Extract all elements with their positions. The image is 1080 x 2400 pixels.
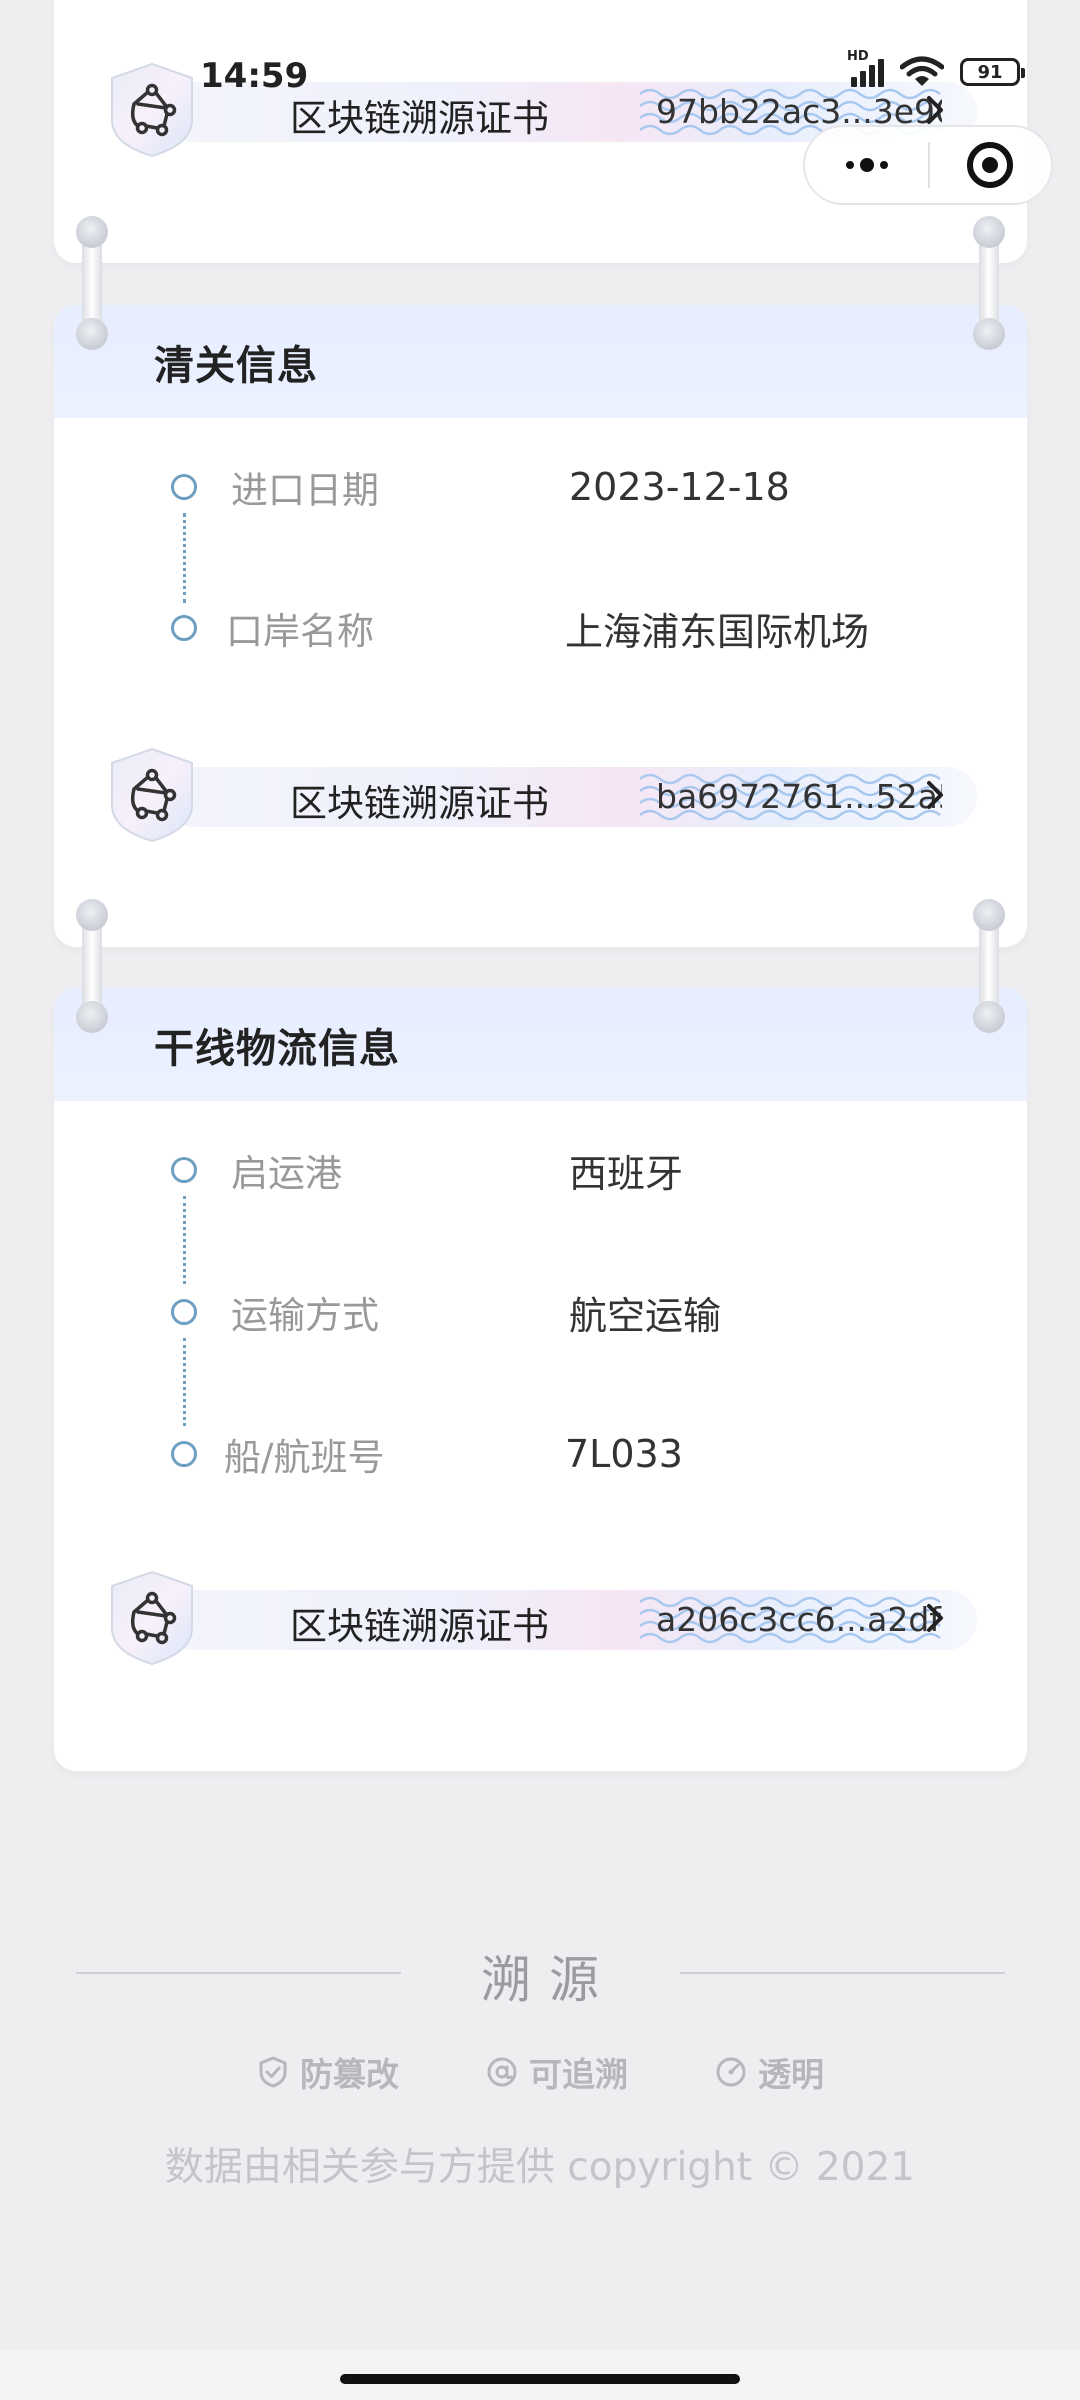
certificate-label: 区块链溯源证书: [290, 782, 549, 825]
footer-copyright: 数据由相关参与方提供 copyright © 2021: [164, 2145, 916, 2190]
logistics-card: 干线物流信息 启运港 西班牙 运输方式 航空运输 船/航班号 7L033 区块链…: [54, 988, 1027, 1771]
footer-title: 溯源: [481, 1951, 617, 2009]
status-icons: HD 91: [847, 49, 1025, 88]
customs-header: 清关信息: [54, 305, 1027, 418]
card-connector: [973, 899, 1005, 1033]
badge-transparent: 透明: [714, 2048, 824, 2096]
info-label: 启运港: [231, 1152, 342, 1195]
at-icon: [487, 2057, 517, 2087]
info-row: 船/航班号 7L033: [54, 1424, 1027, 1484]
shield-check-icon: [259, 2056, 287, 2088]
blockchain-shield-icon: [111, 747, 193, 843]
blockchain-certificate[interactable]: 区块链溯源证书 ba6972761...52a5: [104, 745, 977, 845]
logistics-header: 干线物流信息: [54, 988, 1027, 1101]
battery-icon: 91: [960, 58, 1025, 86]
home-indicator[interactable]: [340, 2374, 740, 2384]
certificate-label: 区块链溯源证书: [290, 1605, 549, 1648]
card-connector: [973, 216, 1005, 350]
info-value: 上海浦东国际机场: [565, 609, 870, 654]
signal-tag: HD: [847, 49, 869, 64]
customs-card: 清关信息 进口日期 2023-12-18 口岸名称 上海浦东国际机场 区块链溯源…: [54, 305, 1027, 947]
badge-label: 透明: [758, 2055, 824, 2094]
timeline-dot: [171, 1441, 197, 1467]
target-icon[interactable]: [930, 127, 1051, 203]
badge-traceable: 可追溯: [485, 2048, 628, 2096]
certificate-hash-wrap: ba6972761...52a5: [640, 769, 942, 825]
info-row: 进口日期 2023-12-18: [54, 457, 1027, 517]
certificate-hash: ba6972761...52a5: [656, 777, 942, 816]
battery-level: 91: [977, 61, 1003, 83]
badge-label: 防篡改: [300, 2055, 399, 2094]
info-value: 航空运输: [569, 1293, 722, 1338]
info-value: 西班牙: [569, 1151, 684, 1196]
badge-tamper-proof: 防篡改: [256, 2048, 399, 2096]
info-row: 运输方式 航空运输: [54, 1282, 1027, 1342]
info-value: 2023-12-18: [569, 465, 790, 509]
timeline-line: [183, 1338, 186, 1426]
miniprogram-capsule: [803, 125, 1053, 205]
blockchain-shield-icon: [111, 1570, 193, 1666]
timeline-dot: [171, 1157, 197, 1183]
chevron-right-icon: [927, 781, 943, 809]
customs-title: 清关信息: [154, 342, 318, 389]
certificate-hash-wrap: a206c3cc6...a2df: [640, 1592, 942, 1648]
info-label: 口岸名称: [226, 610, 374, 653]
badge-label: 可追溯: [529, 2055, 628, 2094]
status-bar: 14:59 HD 91: [0, 49, 1080, 100]
card-connector: [76, 899, 108, 1033]
more-icon[interactable]: [805, 127, 928, 203]
timeline-dot: [171, 1299, 197, 1325]
wifi-icon: [900, 56, 944, 86]
timeline-dot: [171, 615, 197, 641]
certificate-hash: a206c3cc6...a2df: [656, 1600, 941, 1639]
chevron-right-icon: [927, 1604, 943, 1632]
footer-badges: 防篡改 可追溯 透明: [0, 2048, 1080, 2096]
logistics-title: 干线物流信息: [154, 1025, 400, 1072]
info-value: 7L033: [565, 1432, 683, 1476]
timeline-line: [183, 1196, 186, 1284]
signal-icon: HD: [847, 49, 884, 87]
info-row: 口岸名称 上海浦东国际机场: [54, 598, 1027, 658]
info-label: 船/航班号: [224, 1436, 385, 1479]
info-label: 运输方式: [231, 1294, 379, 1337]
card-connector: [76, 216, 108, 350]
home-bar: [0, 2350, 1080, 2400]
timeline-line: [183, 513, 186, 603]
info-row: 启运港 西班牙: [54, 1140, 1027, 1200]
gauge-icon: [716, 2057, 746, 2087]
status-time: 14:59: [200, 56, 309, 96]
info-label: 进口日期: [231, 469, 379, 512]
blockchain-certificate[interactable]: 区块链溯源证书 a206c3cc6...a2df: [104, 1568, 977, 1668]
timeline-dot: [171, 474, 197, 500]
